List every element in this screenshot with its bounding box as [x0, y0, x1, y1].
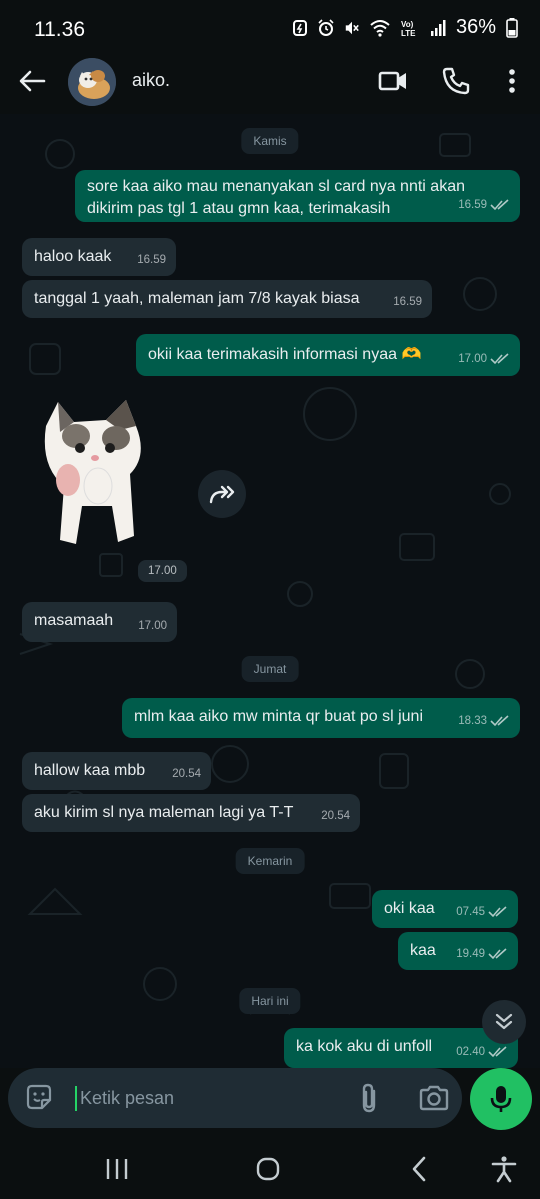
message-bubble-in[interactable]: hallow kaa mbb 20.54: [22, 752, 211, 790]
message-time: 16.59: [137, 254, 166, 266]
double-check-icon: [490, 199, 509, 211]
alarm-icon: [318, 18, 334, 36]
camera-icon[interactable]: [418, 1082, 450, 1114]
message-meta: 17.00: [138, 615, 167, 637]
message-time: 18.33: [458, 715, 487, 727]
message-bubble-in[interactable]: aku kirim sl nya maleman lagi ya T-T 20.…: [22, 794, 360, 832]
message-text: kaa: [410, 942, 436, 959]
wifi-icon: [370, 19, 390, 37]
message-text: dikirim pas tgl 1 atau gmn kaa, terimaka…: [87, 200, 391, 217]
double-check-icon: [488, 948, 507, 960]
contact-name[interactable]: aiko.: [132, 70, 170, 91]
message-text: mlm kaa aiko mw minta qr buat po sl juni: [134, 708, 423, 725]
message-text: masamaah: [34, 612, 114, 629]
svg-text:LTE: LTE: [401, 29, 416, 37]
message-text: aku kirim sl nya maleman lagi ya T-T: [34, 804, 294, 821]
message-bubble-out[interactable]: ka kok aku di unfoll 02.40: [284, 1028, 518, 1068]
message-meta: 16.59: [458, 194, 510, 216]
mic-icon: [490, 1086, 512, 1112]
double-check-icon: [488, 906, 507, 918]
date-chip-hari-ini: Hari ini: [239, 988, 301, 1014]
avatar[interactable]: [68, 58, 116, 106]
double-chevron-down-icon: [495, 1013, 513, 1030]
message-meta: 16.59: [137, 249, 166, 271]
message-meta: 02.40: [456, 1041, 508, 1063]
text-caret: [75, 1086, 77, 1111]
message-bubble-in[interactable]: haloo kaak 16.59: [22, 238, 176, 276]
message-time: 17.00: [458, 353, 487, 365]
battery-icon: [506, 17, 518, 38]
message-meta: 07.45: [456, 901, 508, 923]
message-text: sore kaa aiko mau menanyakan sl card nya…: [87, 178, 465, 195]
video-call-icon[interactable]: [377, 65, 409, 97]
date-chip-kemarin: Kemarin: [235, 848, 305, 874]
date-chip-jumat: Jumat: [241, 656, 299, 682]
message-meta: 16.59: [393, 291, 422, 313]
message-input[interactable]: [80, 1083, 340, 1113]
double-check-icon: [490, 353, 509, 365]
message-time: 20.54: [172, 768, 201, 780]
more-vert-icon[interactable]: [496, 65, 528, 97]
cat-sticker[interactable]: [38, 396, 148, 546]
forward-button[interactable]: [198, 470, 246, 518]
double-check-icon: [490, 715, 509, 727]
double-check-icon: [488, 1046, 507, 1058]
message-text: haloo kaak: [34, 248, 112, 265]
message-time: 17.00: [138, 620, 167, 632]
scroll-to-bottom-button[interactable]: [482, 1000, 526, 1044]
svg-text:Vo): Vo): [401, 20, 414, 29]
back-arrow-icon[interactable]: [16, 65, 48, 97]
message-meta: 17.00: [458, 348, 510, 370]
volte-icon: Vo)LTE: [401, 20, 416, 37]
message-text: oki kaa: [384, 900, 435, 917]
attach-icon[interactable]: [354, 1082, 384, 1114]
message-meta: 20.54: [172, 763, 201, 785]
data-saver-icon: [292, 19, 307, 36]
message-bubble-in[interactable]: tanggal 1 yaah, maleman jam 7/8 kayak bi…: [22, 280, 432, 318]
message-text: tanggal 1 yaah, maleman jam 7/8 kayak bi…: [34, 290, 360, 307]
battery-percent: 36%: [455, 16, 496, 38]
signal-icon: [430, 19, 446, 36]
message-time: 19.49: [456, 948, 485, 960]
date-chip-kamis: Kamis: [241, 128, 299, 154]
message-time: 07.45: [456, 906, 485, 918]
message-bubble-out[interactable]: kaa 19.49: [398, 932, 518, 970]
status-time: 11.36: [34, 18, 85, 41]
phone-icon[interactable]: [440, 65, 472, 97]
message-time: 16.59: [458, 199, 487, 211]
message-meta: 19.49: [456, 943, 508, 965]
compose-bar: [0, 1068, 540, 1132]
accessibility-icon[interactable]: [489, 1154, 519, 1184]
message-text: ka kok aku di unfoll: [296, 1038, 433, 1055]
message-bubble-out[interactable]: sore kaa aiko mau menanyakan sl card nya…: [75, 170, 520, 222]
message-bubble-out[interactable]: mlm kaa aiko mw minta qr buat po sl juni…: [122, 698, 520, 738]
message-input-container[interactable]: [8, 1068, 462, 1128]
chat-area[interactable]: Kamis sore kaa aiko mau menanyakan sl ca…: [0, 114, 540, 1068]
mute-icon: [345, 21, 359, 34]
message-bubble-out[interactable]: oki kaa 07.45: [372, 890, 518, 928]
message-bubble-in[interactable]: masamaah 17.00: [22, 602, 177, 642]
status-icons: Vo) LTE 36%: [292, 16, 518, 39]
message-bubble-out[interactable]: okii kaa terimakasih informasi nyaa 🫶 17…: [136, 334, 520, 376]
home-icon[interactable]: [253, 1154, 283, 1184]
message-time: 20.54: [321, 810, 350, 822]
message-time: 16.59: [393, 296, 422, 308]
sticker-emoji-icon[interactable]: [24, 1082, 54, 1112]
message-meta: 18.33: [458, 710, 510, 732]
message-meta: 20.54: [321, 805, 350, 827]
message-text: hallow kaa mbb: [34, 762, 146, 779]
back-nav-icon[interactable]: [405, 1154, 435, 1184]
message-time: 02.40: [456, 1046, 485, 1058]
system-nav-bar: [0, 1136, 540, 1199]
chat-header: aiko.: [0, 48, 540, 114]
forward-icon: [209, 485, 235, 504]
sticker-time: 17.00: [138, 560, 187, 582]
recent-apps-icon[interactable]: [102, 1154, 132, 1184]
message-text: okii kaa terimakasih informasi nyaa 🫶: [148, 346, 422, 363]
voice-message-button[interactable]: [470, 1068, 532, 1130]
